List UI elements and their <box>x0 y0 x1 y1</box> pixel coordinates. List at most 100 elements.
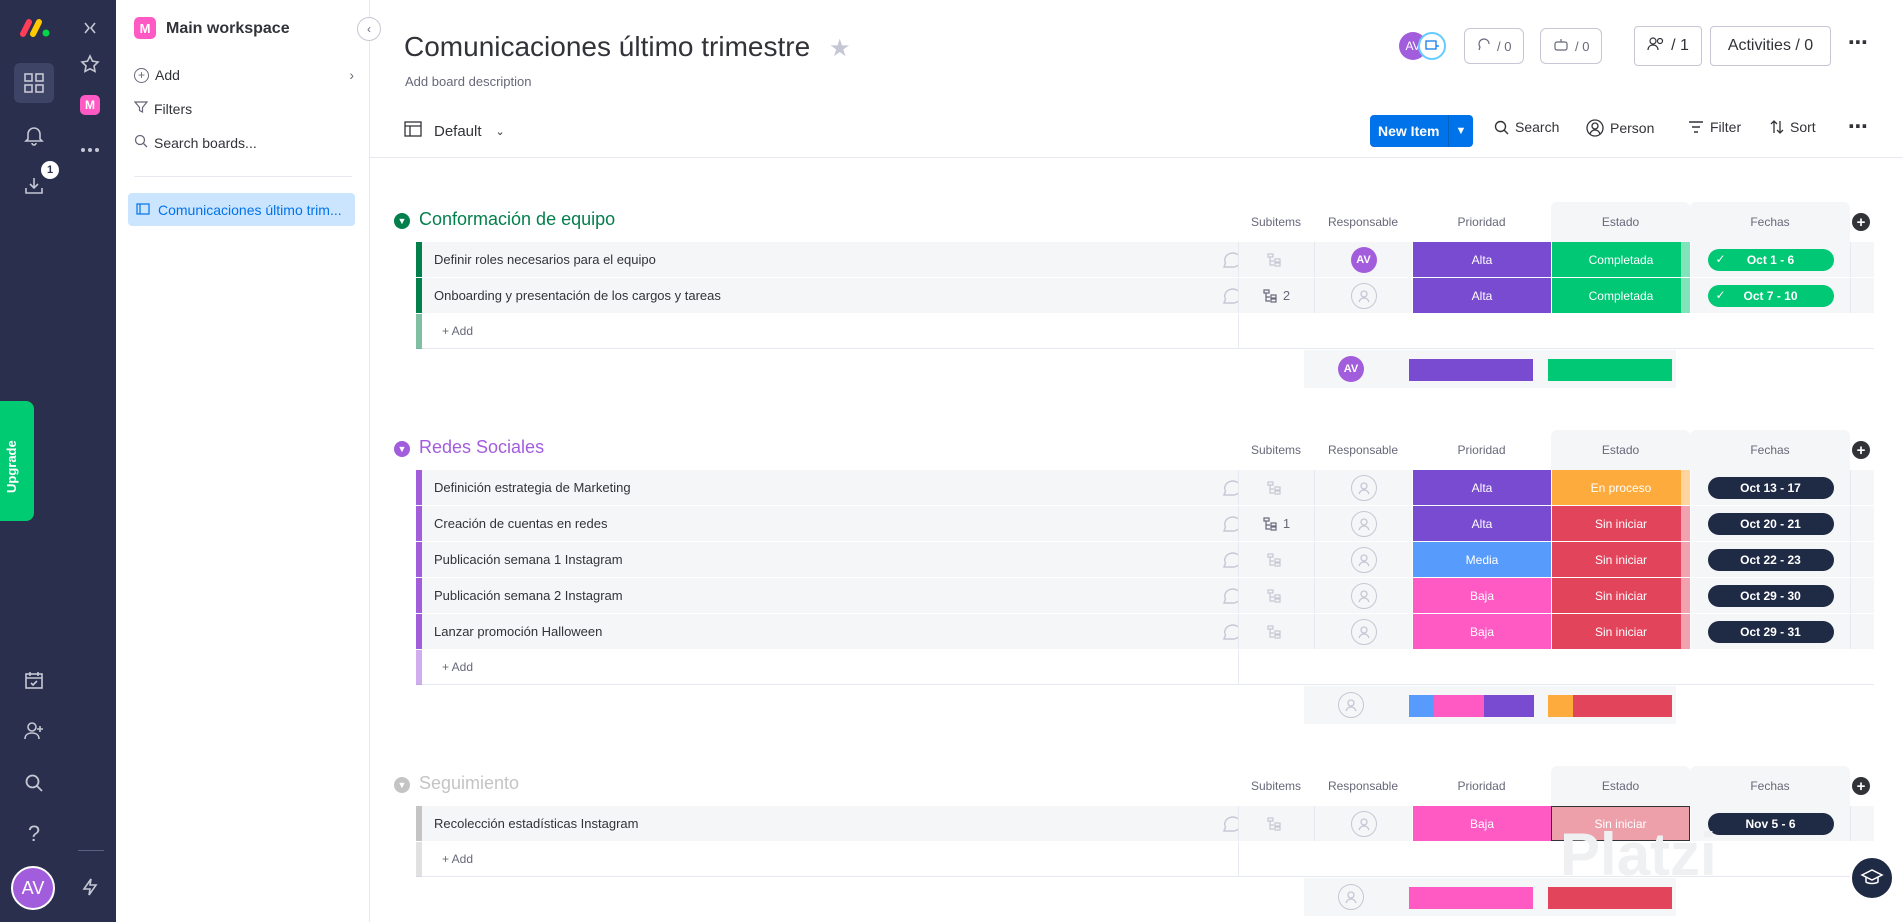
board-menu-dots-icon[interactable]: ⋯ <box>1848 30 1869 55</box>
group-collapse-chevron-icon[interactable]: ▼ <box>394 777 410 793</box>
owner-cell[interactable] <box>1314 806 1412 841</box>
subitems-cell[interactable] <box>1238 578 1314 613</box>
column-header-estado[interactable]: Estado <box>1551 430 1690 470</box>
view-selector[interactable]: Default ⌄ <box>404 116 505 146</box>
filters-menu[interactable]: Filters <box>133 100 192 117</box>
add-item-row[interactable]: + Add <box>416 314 1874 349</box>
priority-label[interactable]: Alta <box>1412 470 1551 505</box>
help-icon[interactable]: ? <box>16 816 52 852</box>
date-cell[interactable]: Oct 29 - 31 <box>1690 614 1850 649</box>
group-collapse-chevron-icon[interactable]: ▼ <box>394 441 410 457</box>
column-header-estado[interactable]: Estado <box>1551 202 1690 242</box>
add-column-icon[interactable]: + <box>1852 213 1870 231</box>
search-boards-input[interactable]: Search boards... <box>134 134 257 151</box>
date-cell[interactable]: ✓ Oct 7 - 10 <box>1690 278 1850 313</box>
favorites-star-icon[interactable] <box>72 46 108 82</box>
owner-cell[interactable] <box>1314 542 1412 577</box>
user-avatar[interactable]: AV <box>11 866 55 910</box>
table-row[interactable]: Definir roles necesarios para el equipo … <box>416 242 1874 277</box>
learn-cap-icon[interactable] <box>1850 856 1894 900</box>
priority-summary-bar[interactable] <box>1409 887 1533 909</box>
search-action[interactable]: Search <box>1494 119 1559 135</box>
item-name[interactable]: Publicación semana 1 Instagram <box>422 542 1238 577</box>
item-name[interactable]: Definir roles necesarios para el equipo <box>422 242 1238 277</box>
toolbar-menu-dots-icon[interactable]: ⋯ <box>1848 114 1869 139</box>
status-summary-bar[interactable] <box>1548 695 1672 717</box>
upgrade-button[interactable]: Upgrade <box>0 401 34 521</box>
workspace-title[interactable]: Main workspace <box>166 20 290 38</box>
priority-summary-bar[interactable] <box>1409 359 1533 381</box>
priority-label[interactable]: Baja <box>1412 614 1551 649</box>
group-collapse-chevron-icon[interactable]: ▼ <box>394 213 410 229</box>
status-label[interactable]: Completada <box>1551 242 1690 277</box>
item-name[interactable]: Publicación semana 2 Instagram <box>422 578 1238 613</box>
date-cell[interactable]: Oct 29 - 30 <box>1690 578 1850 613</box>
priority-label[interactable]: Alta <box>1412 506 1551 541</box>
owner-cell[interactable] <box>1314 506 1412 541</box>
date-cell[interactable]: ✓ Oct 1 - 6 <box>1690 242 1850 277</box>
column-header-fechas[interactable]: Fechas <box>1690 766 1850 806</box>
invite-user-icon[interactable] <box>16 713 52 749</box>
column-header-prioridad[interactable]: Prioridad <box>1412 202 1551 242</box>
activities-button[interactable]: Activities / 0 <box>1710 26 1831 66</box>
column-header-subitems[interactable]: Subitems <box>1238 202 1314 242</box>
subitems-cell[interactable] <box>1238 242 1314 277</box>
column-header-prioridad[interactable]: Prioridad <box>1412 430 1551 470</box>
board-title[interactable]: Comunicaciones último trimestre <box>404 31 810 63</box>
monday-logo-icon[interactable] <box>19 17 50 39</box>
column-header-fechas[interactable]: Fechas <box>1690 202 1850 242</box>
owner-cell[interactable]: AV <box>1314 242 1412 277</box>
status-summary-bar[interactable] <box>1548 887 1672 909</box>
date-cell[interactable]: Oct 20 - 21 <box>1690 506 1850 541</box>
column-header-estado[interactable]: Estado <box>1551 766 1690 806</box>
group-title[interactable]: Redes Sociales <box>419 437 544 458</box>
status-summary-bar[interactable] <box>1548 359 1672 381</box>
table-row[interactable]: Publicación semana 1 Instagram Media Sin… <box>416 542 1874 577</box>
column-header-prioridad[interactable]: Prioridad <box>1412 766 1551 806</box>
search-icon[interactable] <box>16 765 52 801</box>
add-column-icon[interactable]: + <box>1852 441 1870 459</box>
priority-label[interactable]: Baja <box>1412 806 1551 841</box>
table-row[interactable]: Publicación semana 2 Instagram Baja Sin … <box>416 578 1874 613</box>
add-column-icon[interactable]: + <box>1852 777 1870 795</box>
sidebar-board-item[interactable]: Comunicaciones último trim... <box>128 193 355 226</box>
calendar-check-icon[interactable] <box>16 662 52 698</box>
lightning-icon[interactable] <box>72 869 108 905</box>
updates-counter[interactable]: / 0 <box>1464 28 1525 64</box>
filter-action[interactable]: Filter <box>1688 119 1741 135</box>
priority-label[interactable]: Media <box>1412 542 1551 577</box>
subitems-cell[interactable]: 2 <box>1238 278 1314 313</box>
table-row[interactable]: Lanzar promoción Halloween Baja Sin inic… <box>416 614 1874 649</box>
more-dots-icon[interactable] <box>72 132 108 168</box>
status-label[interactable]: Sin iniciar <box>1551 542 1690 577</box>
column-header-responsable[interactable]: Responsable <box>1314 766 1412 806</box>
status-label[interactable]: Sin iniciar <box>1551 578 1690 613</box>
sort-action[interactable]: Sort <box>1770 119 1816 135</box>
priority-label[interactable]: Alta <box>1412 278 1551 313</box>
item-name[interactable]: Recolección estadísticas Instagram <box>422 806 1238 841</box>
priority-summary-bar[interactable] <box>1409 695 1534 717</box>
column-header-fechas[interactable]: Fechas <box>1690 430 1850 470</box>
person-filter[interactable]: Person <box>1586 119 1654 137</box>
collapse-rail-icon[interactable] <box>72 10 108 46</box>
subitems-cell[interactable] <box>1238 542 1314 577</box>
table-row[interactable]: Definición estrategia de Marketing Alta … <box>416 470 1874 505</box>
new-item-dropdown-icon[interactable]: ▼ <box>1448 115 1473 147</box>
item-name[interactable]: Onboarding y presentación de los cargos … <box>422 278 1238 313</box>
subitems-cell[interactable] <box>1238 470 1314 505</box>
item-name[interactable]: Lanzar promoción Halloween <box>422 614 1238 649</box>
column-header-subitems[interactable]: Subitems <box>1238 766 1314 806</box>
add-item-row[interactable]: + Add <box>416 650 1874 685</box>
status-label[interactable]: Sin iniciar <box>1551 614 1690 649</box>
guest-avatar-icon[interactable] <box>1418 32 1446 60</box>
column-header-responsable[interactable]: Responsable <box>1314 202 1412 242</box>
status-label[interactable]: Completada <box>1551 278 1690 313</box>
column-header-responsable[interactable]: Responsable <box>1314 430 1412 470</box>
owner-cell[interactable] <box>1314 470 1412 505</box>
date-cell[interactable]: Oct 13 - 17 <box>1690 470 1850 505</box>
date-cell[interactable]: Oct 22 - 23 <box>1690 542 1850 577</box>
bell-icon[interactable] <box>16 117 52 153</box>
owner-cell[interactable] <box>1314 278 1412 313</box>
workspace-switcher-icon[interactable]: M <box>80 95 100 115</box>
group-title[interactable]: Conformación de equipo <box>419 209 615 230</box>
